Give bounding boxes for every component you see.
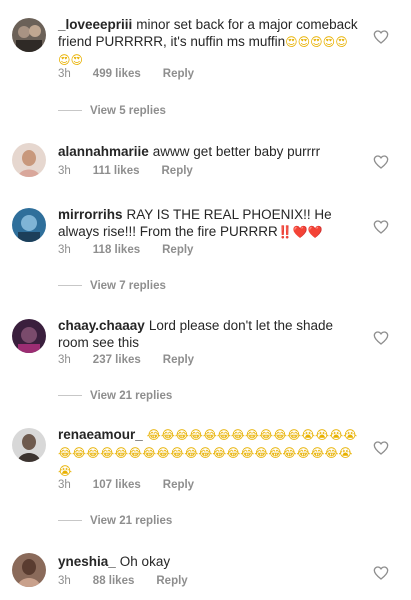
comment-text: alannahmariie awww get better baby purrrr bbox=[58, 143, 358, 160]
reply-button[interactable]: Reply bbox=[156, 575, 187, 587]
heart-icon[interactable] bbox=[373, 154, 389, 170]
username[interactable]: mirrorrihs bbox=[58, 207, 123, 222]
avatar[interactable] bbox=[12, 143, 46, 177]
view-replies-label: View 7 replies bbox=[90, 280, 166, 292]
emoji-text: ‼️❤️❤️ bbox=[277, 225, 323, 239]
avatar[interactable] bbox=[12, 553, 46, 587]
timestamp: 3h bbox=[58, 575, 71, 587]
timestamp: 3h bbox=[58, 479, 71, 491]
username[interactable]: _loveeepriii bbox=[58, 17, 132, 32]
reply-button[interactable]: Reply bbox=[163, 479, 194, 491]
timestamp: 3h bbox=[58, 68, 71, 80]
comment-meta: 3h 107 likes Reply bbox=[58, 479, 216, 491]
comment-body: Oh okay bbox=[119, 554, 171, 569]
heart-icon[interactable] bbox=[373, 29, 389, 45]
avatar[interactable] bbox=[12, 428, 46, 462]
heart-icon[interactable] bbox=[373, 219, 389, 235]
timestamp: 3h bbox=[58, 244, 71, 256]
comment-meta: 3h 88 likes Reply bbox=[58, 575, 210, 587]
reply-button[interactable]: Reply bbox=[163, 354, 194, 366]
comment-meta: 3h 118 likes Reply bbox=[58, 244, 215, 256]
comment-text: mirrorrihs RAY IS THE REAL PHOENIX!! He a… bbox=[58, 206, 358, 241]
username[interactable]: renaeamour_ bbox=[58, 427, 143, 442]
view-replies-button[interactable]: View 21 replies bbox=[58, 515, 172, 527]
username[interactable]: chaay.chaaay bbox=[58, 318, 145, 333]
likes-count[interactable]: 118 likes bbox=[93, 244, 140, 256]
view-replies-button[interactable]: View 21 replies bbox=[58, 390, 172, 402]
heart-icon[interactable] bbox=[373, 330, 389, 346]
reply-button[interactable]: Reply bbox=[162, 165, 193, 177]
heart-icon[interactable] bbox=[373, 440, 389, 456]
divider-line bbox=[58, 110, 82, 112]
reply-button[interactable]: Reply bbox=[162, 244, 193, 256]
likes-count[interactable]: 499 likes bbox=[93, 68, 141, 80]
likes-count[interactable]: 111 likes bbox=[93, 165, 140, 177]
timestamp: 3h bbox=[58, 354, 71, 366]
likes-count[interactable]: 237 likes bbox=[93, 354, 141, 366]
avatar[interactable] bbox=[12, 208, 46, 242]
comment-body: awww get better baby purrrr bbox=[152, 144, 321, 159]
reply-button[interactable]: Reply bbox=[163, 68, 194, 80]
comment-meta: 3h 111 likes Reply bbox=[58, 165, 215, 177]
avatar[interactable] bbox=[12, 319, 46, 353]
likes-count[interactable]: 107 likes bbox=[93, 479, 141, 491]
divider-line bbox=[58, 395, 82, 397]
timestamp: 3h bbox=[58, 165, 71, 177]
view-replies-label: View 21 replies bbox=[90, 515, 173, 527]
view-replies-label: View 21 replies bbox=[90, 390, 173, 402]
comment-text: chaay.chaaay Lord please don't let the sh… bbox=[58, 317, 358, 351]
comment-text: renaeamour_ 😂😂😂😂😂😂😂😂😂😂😂😭😭😭😭😂😂😂😂😂😂😂😂😂😂😂😂😂😂… bbox=[58, 426, 358, 480]
divider-line bbox=[58, 285, 82, 287]
view-replies-label: View 5 replies bbox=[90, 105, 166, 117]
username[interactable]: yneshia_ bbox=[58, 554, 116, 569]
likes-count[interactable]: 88 likes bbox=[93, 575, 135, 587]
comment-text: _loveeepriii minor set back for a major c… bbox=[58, 16, 358, 69]
view-replies-button[interactable]: View 7 replies bbox=[58, 280, 166, 292]
heart-icon[interactable] bbox=[373, 565, 389, 581]
username[interactable]: alannahmariie bbox=[58, 144, 149, 159]
comment-meta: 3h 237 likes Reply bbox=[58, 354, 216, 366]
comment-meta: 3h 499 likes Reply bbox=[58, 68, 216, 80]
view-replies-button[interactable]: View 5 replies bbox=[58, 105, 166, 117]
comment-text: yneshia_ Oh okay bbox=[58, 553, 358, 570]
avatar[interactable] bbox=[12, 18, 46, 52]
divider-line bbox=[58, 520, 82, 522]
